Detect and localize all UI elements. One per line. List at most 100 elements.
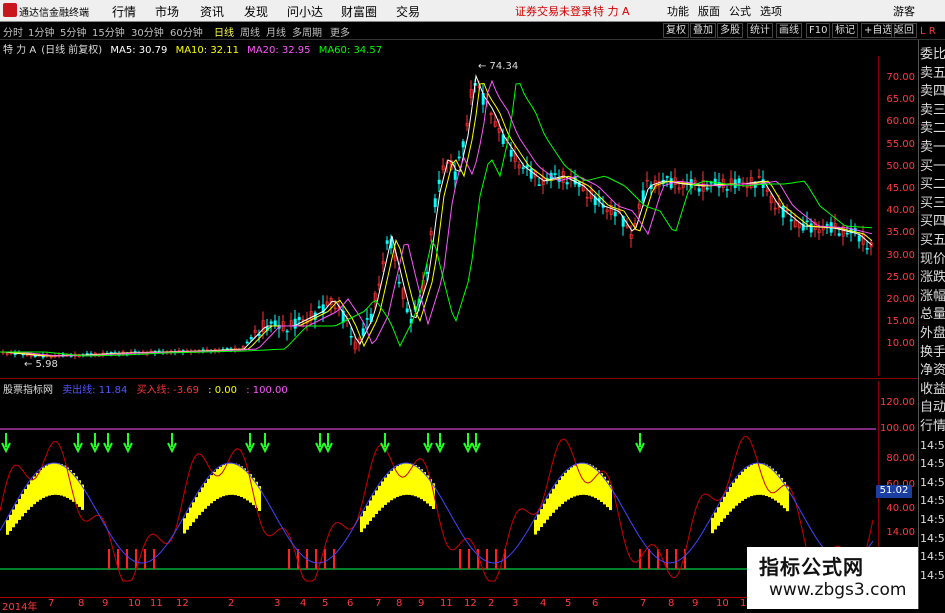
- quote-panel-label[interactable]: 卖四: [920, 83, 945, 100]
- red-bar: [288, 549, 290, 569]
- red-bar: [666, 549, 668, 569]
- period-more[interactable]: 更多: [330, 24, 350, 39]
- yellow-bar: [387, 473, 390, 503]
- yellow-bar: [564, 472, 567, 502]
- quote-panel-label[interactable]: 14:56: [920, 492, 945, 509]
- buy-signal-arrow: [73, 433, 83, 454]
- menu-trade[interactable]: 交易: [396, 3, 420, 20]
- quote-panel-label[interactable]: 涨跌: [920, 269, 945, 286]
- period-5min[interactable]: 5分钟: [60, 24, 86, 39]
- quote-panel-label[interactable]: 14:56: [920, 567, 945, 584]
- quote-panel-label[interactable]: 14:55: [920, 437, 945, 454]
- tool-stats[interactable]: 统计: [747, 23, 773, 38]
- period-15min[interactable]: 15分钟: [92, 24, 125, 39]
- quote-panel-label[interactable]: 买二: [920, 176, 945, 193]
- yellow-bar: [243, 468, 246, 499]
- indicator-tick: 80.00: [886, 453, 915, 464]
- quote-panel-label[interactable]: 买三: [920, 195, 945, 212]
- tool-overlay[interactable]: 叠加: [690, 23, 716, 38]
- quote-panel-label[interactable]: 收益: [920, 381, 945, 398]
- candle-body: [857, 235, 861, 242]
- date-tick: 2014年: [2, 602, 38, 613]
- quote-panel-label[interactable]: 换手: [920, 344, 945, 361]
- yellow-bar: [372, 495, 375, 518]
- quote-panel-label[interactable]: 净资: [920, 362, 945, 379]
- period-timeshare[interactable]: 分时: [3, 24, 23, 39]
- menu-market-quote[interactable]: 行情: [112, 3, 136, 20]
- quote-panel-label[interactable]: 外盘: [920, 325, 945, 342]
- yellow-bar: [204, 482, 207, 509]
- menu-function[interactable]: 功能: [667, 3, 689, 19]
- quote-panel-label[interactable]: 14:56: [920, 511, 945, 528]
- candle-body: [809, 223, 813, 233]
- tool-multistock[interactable]: 多股: [717, 23, 743, 38]
- yellow-bar: [15, 504, 18, 524]
- indicator-current-marker: 51.02: [876, 485, 912, 498]
- date-tick: 11: [440, 598, 453, 609]
- quote-panel-label[interactable]: 14:56: [920, 530, 945, 547]
- candle-body: [249, 337, 253, 340]
- quote-panel-label[interactable]: 买一: [920, 158, 945, 175]
- panel-lr-label[interactable]: L R: [920, 23, 936, 40]
- quote-panel-label[interactable]: 行情: [920, 418, 945, 435]
- quote-panel-label[interactable]: 14:56: [920, 474, 945, 491]
- menu-market[interactable]: 市场: [155, 3, 179, 20]
- quote-panel-label[interactable]: 卖一: [920, 139, 945, 156]
- date-tick: 6: [592, 598, 599, 609]
- period-monthly[interactable]: 月线: [266, 24, 286, 39]
- quote-panel-label[interactable]: 卖二: [920, 120, 945, 137]
- quote-panel-label[interactable]: 涨幅: [920, 288, 945, 305]
- quote-panel-label[interactable]: 14:56: [920, 548, 945, 565]
- candle-body: [361, 328, 365, 336]
- menu-layout[interactable]: 版面: [698, 3, 720, 19]
- period-30min[interactable]: 30分钟: [131, 24, 164, 39]
- tool-back[interactable]: 返回: [891, 23, 917, 38]
- period-60min[interactable]: 60分钟: [170, 24, 203, 39]
- yellow-bar: [717, 507, 720, 526]
- date-tick: 9: [692, 598, 699, 609]
- kline-chart[interactable]: ← 74.34 ← 5.98: [0, 56, 878, 376]
- menu-formula[interactable]: 公式: [729, 3, 751, 19]
- red-bar: [495, 549, 497, 569]
- date-tick: 7: [48, 598, 55, 609]
- candle-body: [317, 306, 321, 308]
- date-tick: 4: [540, 598, 547, 609]
- price-tick: 70.00: [886, 72, 915, 83]
- quote-panel-label[interactable]: 卖五: [920, 65, 945, 82]
- menu-ask[interactable]: 问小达: [287, 3, 323, 20]
- quote-panel-label[interactable]: 卖三: [920, 102, 945, 119]
- tool-adjust[interactable]: 复权: [663, 23, 689, 38]
- menu-news[interactable]: 资讯: [200, 3, 224, 20]
- buy-signal-arrow: [463, 433, 473, 454]
- tool-draw[interactable]: 画线: [776, 23, 802, 38]
- quote-panel-label[interactable]: 总量: [920, 306, 945, 323]
- yellow-bar: [183, 518, 186, 534]
- quote-panel-label[interactable]: 买四: [920, 213, 945, 230]
- period-daily[interactable]: 日线: [214, 24, 234, 39]
- period-weekly[interactable]: 周线: [240, 24, 260, 39]
- tool-mark[interactable]: 标记: [832, 23, 858, 38]
- yellow-bar: [750, 464, 753, 497]
- menu-wealth[interactable]: 财富圈: [341, 3, 377, 20]
- quote-panel-label[interactable]: 委比: [920, 46, 945, 63]
- candle-body: [805, 220, 809, 223]
- quote-panel-label[interactable]: 现价: [920, 251, 945, 268]
- yellow-bar: [9, 514, 12, 532]
- price-tick: 60.00: [886, 116, 915, 128]
- quote-panel-label[interactable]: 买五: [920, 232, 945, 249]
- quote-panel-label[interactable]: 自动: [920, 399, 945, 416]
- yellow-bar: [18, 498, 21, 520]
- menu-discover[interactable]: 发现: [244, 3, 268, 20]
- yellow-bar: [198, 492, 201, 516]
- yellow-bar: [54, 463, 57, 495]
- period-1min[interactable]: 1分钟: [28, 24, 54, 39]
- menu-options[interactable]: 选项: [760, 3, 782, 19]
- period-multi[interactable]: 多周期: [292, 24, 322, 39]
- tool-f10[interactable]: F10: [806, 23, 831, 38]
- guest-label[interactable]: 游客: [893, 3, 915, 19]
- candle-body: [245, 341, 249, 344]
- candle-body: [789, 219, 793, 222]
- yellow-bar: [579, 463, 582, 495]
- quote-panel-label[interactable]: 14:55: [920, 455, 945, 472]
- login-notice[interactable]: 证券交易未登录: [515, 3, 592, 19]
